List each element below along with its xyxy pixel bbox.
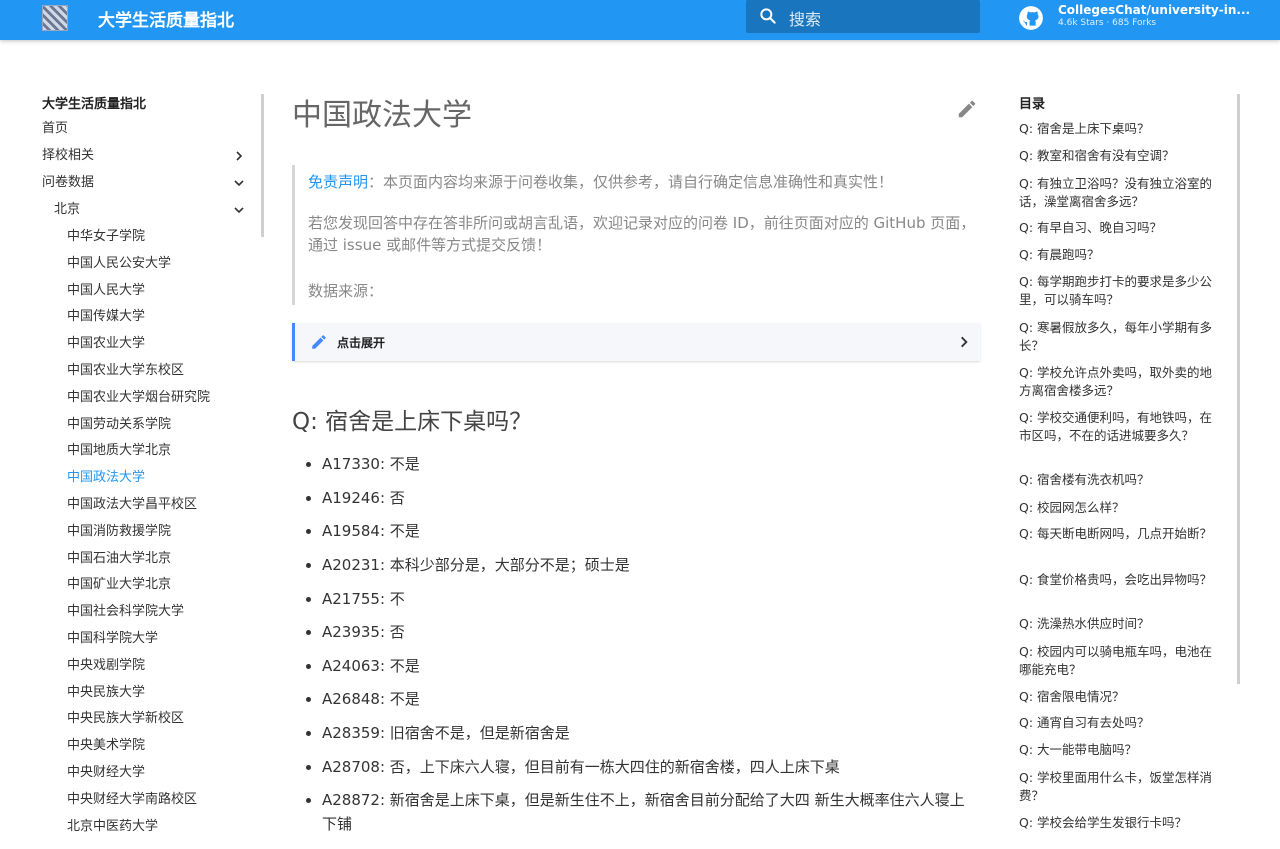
expand-details[interactable]: 点击展开 <box>292 323 980 361</box>
nav-item-school[interactable]: 中华女子学院 <box>67 227 145 247</box>
toc-item[interactable]: Q: 大一能带电脑吗？ <box>1019 741 1224 759</box>
answer-text: A24063: 不是 <box>322 657 420 675</box>
chevron-down-icon[interactable] <box>233 204 245 216</box>
chevron-down-icon[interactable] <box>233 177 245 189</box>
nav-item-school-choice[interactable]: 择校相关 <box>42 146 94 166</box>
nav-item-school[interactable]: 中国政法大学昌平校区 <box>67 495 197 515</box>
answer-text: A23935: 否 <box>322 623 405 641</box>
answer-text: A26848: 不是 <box>322 690 420 708</box>
disclaimer-notice: 免责声明：本页面内容均来源于问卷收集，仅供参考，请自行确定信息准确性和真实性！ … <box>292 165 982 305</box>
bullet <box>306 462 311 467</box>
details-label: 点击展开 <box>337 336 386 350</box>
pencil-icon <box>312 335 326 349</box>
repo-link[interactable]: CollegesChat/university-in... 4.6k Stars… <box>1018 3 1258 37</box>
page-title: 中国政法大学 <box>292 98 472 133</box>
top-header: 大学生活质量指北 搜索 CollegesChat/university-in..… <box>0 0 1280 40</box>
toc-item[interactable]: Q: 有独立卫浴吗？没有独立浴室的话，澡堂离宿舍多远？ <box>1019 175 1224 211</box>
sidebar-scrollbar[interactable] <box>261 94 264 237</box>
nav-item-school[interactable]: 中央财经大学南路校区 <box>67 790 197 810</box>
nav-item-home[interactable]: 首页 <box>42 119 68 139</box>
answer-text: A19584: 不是 <box>322 522 420 540</box>
disclaimer-link[interactable]: 免责声明 <box>308 173 368 191</box>
toc-item[interactable]: Q: 校园内可以骑电瓶车吗，电池在哪能充电？ <box>1019 643 1224 679</box>
nav-item-school[interactable]: 中国农业大学烟台研究院 <box>67 388 210 408</box>
search-placeholder: 搜索 <box>789 10 822 29</box>
bullet <box>306 529 311 534</box>
toc-item[interactable]: Q: 学校会给学生发银行卡吗？ <box>1019 814 1224 832</box>
bullet <box>306 731 311 736</box>
answer-text: A20231: 本科少部分是，大部分不是；硕士是 <box>322 556 630 574</box>
answer-text: A28872: 新宿舍是上床下桌，但是新生住不上，新宿舍目前分配给了大四 新生大… <box>322 791 965 833</box>
nav-item-school[interactable]: 中国政法大学 <box>67 468 145 488</box>
toc-item[interactable]: Q: 学校允许点外卖吗，取外卖的地方离宿舍楼多远？ <box>1019 364 1224 400</box>
toc-item[interactable]: Q: 通宵自习有去处吗？ <box>1019 714 1224 732</box>
nav-item-school[interactable]: 中央美术学院 <box>67 736 145 756</box>
github-icon <box>1019 6 1043 30</box>
bullet <box>306 496 311 501</box>
chevron-right-icon[interactable] <box>233 150 245 162</box>
answer-text: A21755: 不 <box>322 590 405 608</box>
answer-text: A19246: 否 <box>322 489 405 507</box>
answer-text: A28708: 否，上下床六人寝，但目前有一栋大四住的新宿舍楼，四人上床下桌 <box>322 758 840 776</box>
nav-item-school[interactable]: 中国石油大学北京 <box>67 549 171 569</box>
toc-item[interactable]: Q: 教室和宿舍有没有空调？ <box>1019 147 1224 165</box>
repo-name: CollegesChat/university-in... <box>1058 3 1251 17</box>
chevron-right-icon <box>961 336 968 348</box>
nav-item-school[interactable]: 中国科学院大学 <box>67 629 158 649</box>
bullet <box>306 765 311 770</box>
toc-item[interactable]: Q: 校园网怎么样？ <box>1019 499 1224 517</box>
nav-item-school[interactable]: 中国消防救援学院 <box>67 522 171 542</box>
bullet <box>306 798 311 803</box>
nav-item-school[interactable]: 北京中医药大学 <box>67 817 158 837</box>
toc-item[interactable]: Q: 有早自习、晚自习吗？ <box>1019 219 1224 237</box>
nav-item-school[interactable]: 中国人民大学 <box>67 281 145 301</box>
nav-item-school[interactable]: 中国人民公安大学 <box>67 254 171 274</box>
edit-icon[interactable] <box>956 98 978 120</box>
nav-item-school[interactable]: 中国农业大学东校区 <box>67 361 184 381</box>
bullet <box>306 664 311 669</box>
bullet <box>306 630 311 635</box>
nav-item-school[interactable]: 中国地质大学北京 <box>67 441 171 461</box>
nav-item-school[interactable]: 中国矿业大学北京 <box>67 575 171 595</box>
nav-title: 大学生活质量指北 <box>42 97 147 112</box>
search-input[interactable]: 搜索 <box>746 0 980 33</box>
toc-item[interactable]: Q: 宿舍限电情况？ <box>1019 688 1224 706</box>
nav-item-school[interactable]: 中国劳动关系学院 <box>67 415 171 435</box>
search-icon <box>760 8 776 24</box>
bullet <box>306 697 311 702</box>
nav-item-school[interactable]: 中国传媒大学 <box>67 307 145 327</box>
toc-item[interactable]: Q: 有晨跑吗？ <box>1019 246 1224 264</box>
source-text: 数据来源： <box>308 282 384 300</box>
toc-item[interactable]: Q: 每学期跑步打卡的要求是多少公里，可以骑车吗？ <box>1019 273 1224 309</box>
toc-item[interactable]: Q: 学校里面用什么卡，饭堂怎样消费？ <box>1019 769 1224 805</box>
toc-item[interactable]: Q: 学校交通便利吗，有地铁吗，在市区吗，不在的话进城要多久？ <box>1019 409 1224 445</box>
site-title[interactable]: 大学生活质量指北 <box>98 6 234 31</box>
site-logo[interactable] <box>42 5 68 31</box>
toc-title: 目录 <box>1019 97 1046 112</box>
toc-scrollbar[interactable] <box>1237 94 1240 684</box>
repo-stats: 4.6k Stars · 685 Forks <box>1058 18 1157 28</box>
nav-item-school[interactable]: 中国农业大学 <box>67 334 145 354</box>
bullet <box>306 597 311 602</box>
nav-item-school[interactable]: 中央戏剧学院 <box>67 656 145 676</box>
feedback-text: 若您发现回答中存在答非所问或胡言乱语，欢迎记录对应的问卷 ID，前往页面对应的 … <box>308 214 976 254</box>
nav-item-school[interactable]: 中央财经大学 <box>67 763 145 783</box>
toc-item[interactable]: Q: 食堂价格贵吗，会吃出异物吗？ <box>1019 571 1224 589</box>
toc-item[interactable]: Q: 每天断电断网吗，几点开始断？ <box>1019 525 1224 543</box>
answer-text: A28359: 旧宿舍不是，但是新宿舍是 <box>322 724 570 742</box>
nav-item-school[interactable]: 中央民族大学新校区 <box>67 709 184 729</box>
disclaimer-text: ：本页面内容均来源于问卷收集，仅供参考，请自行确定信息准确性和真实性！ <box>368 173 894 191</box>
toc-item[interactable]: Q: 寒暑假放多久，每年小学期有多长？ <box>1019 319 1224 355</box>
toc-item[interactable]: Q: 宿舍楼有洗衣机吗？ <box>1019 471 1224 489</box>
answer-text: A17330: 不是 <box>322 455 420 473</box>
toc-item[interactable]: Q: 宿舍是上床下桌吗？ <box>1019 120 1224 138</box>
nav-item-school[interactable]: 中国社会科学院大学 <box>67 602 184 622</box>
nav-item-survey-data[interactable]: 问卷数据 <box>42 173 94 193</box>
bullet <box>306 563 311 568</box>
nav-item-school[interactable]: 中央民族大学 <box>67 683 145 703</box>
nav-item-beijing[interactable]: 北京 <box>54 200 80 220</box>
question-heading: Q: 宿舍是上床下桌吗？ <box>292 409 533 435</box>
disclaimer-line: 免责声明：本页面内容均来源于问卷收集，仅供参考，请自行确定信息准确性和真实性！ <box>308 171 978 193</box>
toc-item[interactable]: Q: 洗澡热水供应时间？ <box>1019 615 1224 633</box>
